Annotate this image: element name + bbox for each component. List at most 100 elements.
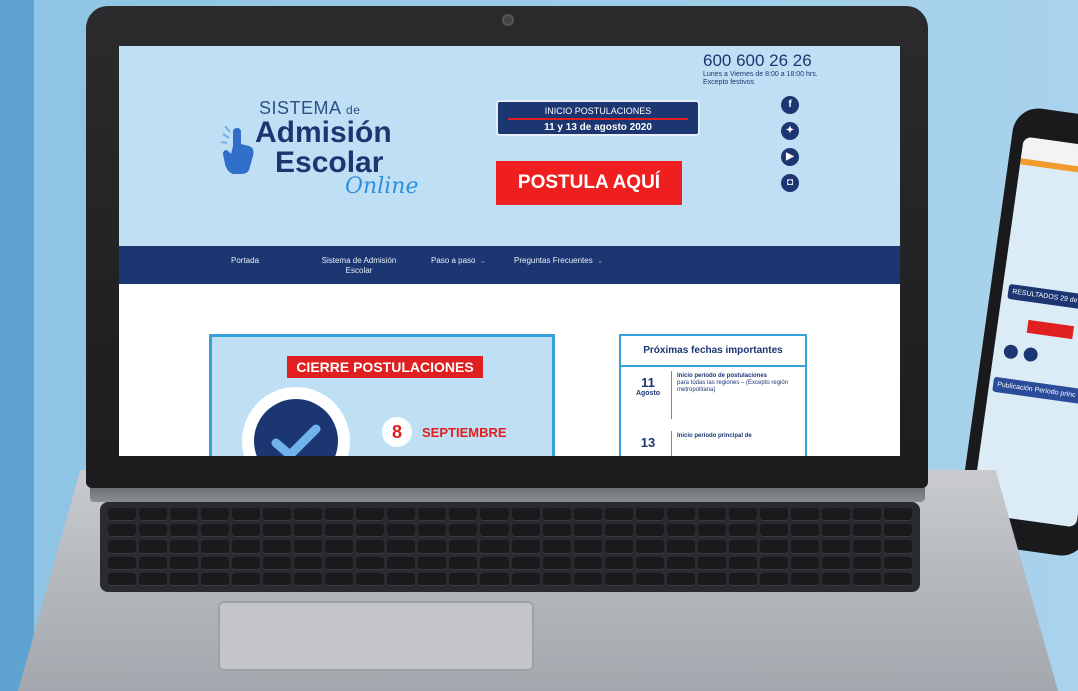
keyboard-key: [294, 540, 323, 554]
keyboard-key: [821, 572, 850, 586]
keyboard-key: [759, 540, 788, 554]
nav-item-sistema[interactable]: Sistema de Admisión Escolar: [319, 256, 399, 276]
chevron-down-icon: ⌄: [479, 256, 487, 265]
phone-resultados-banner: RESULTADOS 29 de oct: [1007, 283, 1078, 312]
keyboard-key: [449, 572, 478, 586]
keyboard-key: [635, 572, 664, 586]
keyboard-key: [821, 540, 850, 554]
keyboard-key: [728, 572, 757, 586]
keyboard-key: [666, 556, 695, 570]
fecha-item: 11 Agosto Inicio período de postulacione…: [621, 367, 805, 427]
keyboard-key: [542, 524, 571, 538]
keyboard-key: [511, 556, 540, 570]
keyboard-key: [511, 508, 540, 522]
keyboard-key: [387, 508, 416, 522]
keyboard-key: [139, 508, 168, 522]
cierre-month: SEPTIEMBRE: [422, 425, 507, 440]
site-header: SISTEMA de Admisión Escolar Online INICI…: [119, 46, 900, 246]
cierre-postulaciones-banner[interactable]: CIERRE POSTULACIONES 8 SEPTIEMBRE: [209, 334, 555, 456]
keyboard-key: [883, 556, 912, 570]
phone-social-icons: [1002, 343, 1078, 371]
keyboard-key: [232, 572, 261, 586]
keyboard-key: [852, 572, 881, 586]
keyboard-key: [480, 572, 509, 586]
keyboard-key: [573, 508, 602, 522]
keyboard-key: [573, 540, 602, 554]
keyboard-key: [635, 540, 664, 554]
fecha-text: Inicio período de postulaciones para tod…: [677, 373, 789, 393]
keyboard-key: [387, 540, 416, 554]
page-content: CIERRE POSTULACIONES 8 SEPTIEMBRE Próxim…: [119, 284, 900, 456]
site-logo[interactable]: SISTEMA de Admisión Escolar Online: [219, 96, 459, 206]
social-links: f ✦ ▶ ◘: [781, 96, 803, 200]
inicio-dates: 11 y 13 de agosto 2020: [544, 122, 652, 133]
keyboard-key: [728, 556, 757, 570]
keyboard-key: [108, 524, 137, 538]
keyboard-key: [852, 556, 881, 570]
keyboard-key: [542, 572, 571, 586]
instagram-icon[interactable]: ◘: [781, 174, 799, 192]
keyboard-key: [635, 508, 664, 522]
keyboard-key: [139, 572, 168, 586]
keyboard-key: [201, 572, 230, 586]
keyboard-key: [666, 524, 695, 538]
keyboard-key: [325, 524, 354, 538]
cierre-day: 8: [382, 417, 412, 447]
keyboard-key: [449, 556, 478, 570]
keyboard-key: [790, 508, 819, 522]
keyboard-key: [604, 524, 633, 538]
keyboard-key: [387, 572, 416, 586]
keyboard-key: [542, 508, 571, 522]
keyboard-key: [232, 556, 261, 570]
keyboard-key: [728, 508, 757, 522]
keyboard-key: [201, 556, 230, 570]
keyboard-key: [387, 524, 416, 538]
logo-admision-text: Admisión: [255, 116, 392, 149]
keyboard-key: [263, 556, 292, 570]
keyboard-key: [170, 572, 199, 586]
keyboard-key: [449, 540, 478, 554]
keyboard-key: [728, 524, 757, 538]
main-nav: Portada Sistema de Admisión Escolar Paso…: [119, 246, 900, 284]
fecha-text: Inicio período principal de: [677, 433, 752, 439]
keyboard-key: [511, 572, 540, 586]
inicio-title: INICIO POSTULACIONES: [544, 106, 652, 116]
webcam-icon: [502, 14, 514, 26]
fecha-item: 13 Inicio período principal de: [621, 427, 805, 456]
keyboard-key: [883, 508, 912, 522]
keyboard-key: [387, 556, 416, 570]
keyboard-key: [108, 508, 137, 522]
nav-item-preguntas[interactable]: Preguntas Frecuentes ⌄: [514, 256, 603, 266]
cierre-tag: CIERRE POSTULACIONES: [287, 356, 483, 378]
keyboard-key: [356, 508, 385, 522]
nav-item-paso-a-paso[interactable]: Paso a paso ⌄: [431, 256, 486, 266]
keyboard-key: [418, 540, 447, 554]
keyboard-key: [666, 540, 695, 554]
keyboard-key: [418, 556, 447, 570]
keyboard-key: [852, 508, 881, 522]
fechas-title: Próximas fechas importantes: [621, 336, 805, 367]
keyboard-key: [418, 508, 447, 522]
laptop-trackpad: [218, 601, 534, 671]
nav-item-portada[interactable]: Portada: [231, 256, 259, 266]
youtube-icon[interactable]: ▶: [781, 148, 799, 166]
keyboard-key: [418, 572, 447, 586]
twitter-icon[interactable]: ✦: [781, 122, 799, 140]
keyboard-key: [604, 572, 633, 586]
keyboard-key: [108, 556, 137, 570]
keyboard-key: [697, 508, 726, 522]
keyboard-key: [294, 572, 323, 586]
keyboard-key: [294, 508, 323, 522]
keyboard-key: [852, 524, 881, 538]
keyboard-key: [108, 572, 137, 586]
fecha-divider: [671, 431, 672, 456]
keyboard-key: [511, 540, 540, 554]
facebook-icon[interactable]: f: [781, 96, 799, 114]
keyboard-key: [573, 572, 602, 586]
keyboard-key: [325, 572, 354, 586]
keyboard-key: [449, 524, 478, 538]
keyboard-key: [790, 540, 819, 554]
postula-aqui-button[interactable]: POSTULA AQUÍ: [496, 161, 682, 205]
keyboard-key: [170, 508, 199, 522]
keyboard-key: [604, 540, 633, 554]
